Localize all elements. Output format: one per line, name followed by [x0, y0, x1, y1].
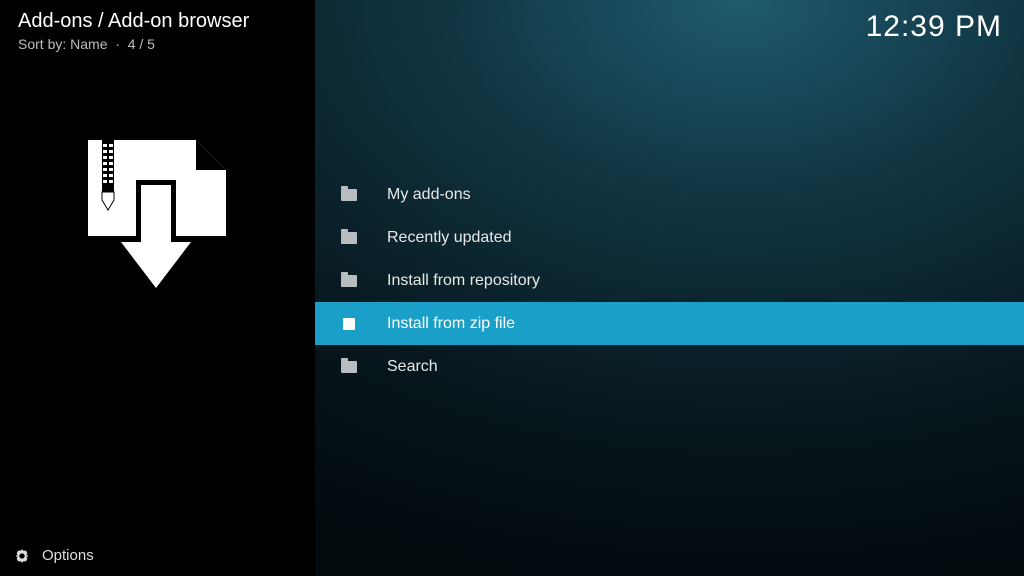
menu-item-label: Recently updated — [387, 229, 512, 247]
zip-file-icon — [339, 314, 359, 334]
folder-icon — [339, 357, 359, 377]
folder-icon — [339, 185, 359, 205]
menu-item-recently-updated[interactable]: Recently updated — [315, 216, 1024, 259]
menu-item-my-addons[interactable]: My add-ons — [315, 173, 1024, 216]
menu-item-install-from-zip[interactable]: Install from zip file — [315, 302, 1024, 345]
sort-line: Sort by: Name · 4 / 5 — [18, 36, 155, 52]
menu-item-search[interactable]: Search — [315, 345, 1024, 388]
menu-item-install-from-repository[interactable]: Install from repository — [315, 259, 1024, 302]
options-settings-icon — [14, 548, 30, 564]
folder-icon — [339, 271, 359, 291]
folder-icon — [339, 228, 359, 248]
options-button[interactable]: Options — [14, 547, 94, 564]
main-panel: 12:39 PM My add-ons Recently updated Ins… — [315, 0, 1024, 576]
install-zip-large-icon — [78, 140, 228, 290]
options-label: Options — [42, 547, 94, 564]
sidebar: Add-ons / Add-on browser Sort by: Name ·… — [0, 0, 315, 576]
menu-item-label: Search — [387, 358, 438, 376]
breadcrumb: Add-ons / Add-on browser — [18, 10, 249, 33]
menu-item-label: Install from zip file — [387, 315, 515, 333]
menu-item-label: My add-ons — [387, 186, 471, 204]
menu-item-label: Install from repository — [387, 272, 540, 290]
position-indicator: 4 / 5 — [128, 36, 155, 52]
addon-menu: My add-ons Recently updated Install from… — [315, 173, 1024, 388]
sort-label: Sort by: Name — [18, 36, 107, 52]
clock: 12:39 PM — [866, 10, 1002, 44]
